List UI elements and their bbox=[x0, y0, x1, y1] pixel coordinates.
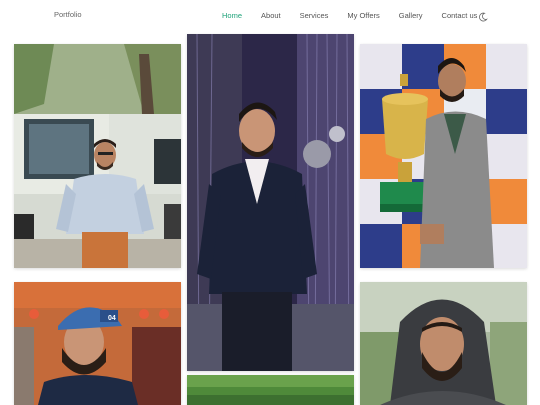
nav-link-my-offers[interactable]: My Offers bbox=[347, 11, 379, 20]
gallery-photo-hoodie[interactable] bbox=[360, 282, 527, 405]
brand-logo-text[interactable]: Portfolio bbox=[54, 10, 82, 19]
navbar: Portfolio Home About Services My Offers … bbox=[0, 0, 540, 30]
nav-link-gallery[interactable]: Gallery bbox=[399, 11, 423, 20]
nav-link-about[interactable]: About bbox=[261, 11, 281, 20]
gallery-photo-jeep[interactable] bbox=[14, 44, 181, 268]
gallery-photo-trophy[interactable] bbox=[360, 44, 527, 268]
gallery-photo-cap[interactable]: 04 bbox=[14, 282, 181, 405]
cap-number-text: 04 bbox=[108, 315, 116, 322]
nav-link-contact-us[interactable]: Contact us bbox=[442, 11, 478, 20]
moon-icon[interactable] bbox=[478, 9, 488, 22]
nav-link-home[interactable]: Home bbox=[222, 11, 242, 20]
nav-links: Home About Services My Offers Gallery Co… bbox=[222, 10, 540, 20]
gallery-photo-field[interactable] bbox=[187, 375, 354, 405]
gallery-photo-suit[interactable] bbox=[187, 34, 354, 371]
nav-link-services[interactable]: Services bbox=[300, 11, 329, 20]
